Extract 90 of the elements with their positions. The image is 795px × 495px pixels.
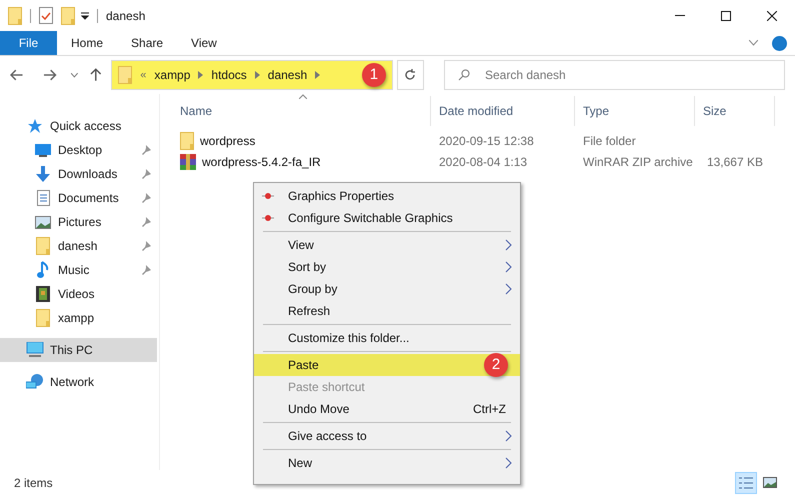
recent-dropdown-icon[interactable] bbox=[70, 72, 78, 78]
music-note-icon bbox=[37, 261, 49, 279]
sidebar-item[interactable]: Downloads bbox=[0, 162, 157, 186]
menu-item[interactable]: Graphics Properties bbox=[254, 185, 520, 207]
landscape-icon bbox=[35, 216, 51, 228]
chevron-right-icon bbox=[505, 261, 512, 273]
menu-item[interactable]: Refresh bbox=[254, 300, 520, 322]
ribbon-tab[interactable]: File bbox=[0, 31, 57, 55]
table-cell-text: File folder bbox=[583, 132, 636, 150]
maximize-icon bbox=[721, 10, 731, 20]
table-cell-text: 2020-08-04 1:13 bbox=[439, 154, 528, 170]
ribbon-tab[interactable]: View bbox=[177, 31, 231, 55]
sidebar-item[interactable]: Documents bbox=[0, 186, 157, 210]
monitor-icon bbox=[35, 143, 51, 157]
menu-item[interactable]: Configure Switchable Graphics bbox=[254, 207, 520, 229]
menu-item[interactable]: View bbox=[254, 234, 520, 256]
menu-item[interactable]: Group by bbox=[254, 278, 520, 300]
ribbon-tab[interactable]: Home bbox=[57, 31, 118, 55]
graphics-icon bbox=[262, 214, 274, 222]
sidebar-item[interactable]: Music bbox=[0, 258, 157, 282]
menu-item[interactable]: Customize this folder... bbox=[254, 327, 520, 349]
down-arrow-icon bbox=[35, 166, 51, 182]
table-cell-text: wordpress-5.4.2-fa_IR bbox=[202, 154, 321, 170]
picture-icon bbox=[763, 477, 777, 488]
menu-item[interactable]: Undo Move Ctrl+Z bbox=[254, 398, 520, 420]
table-cell-text: 2020-09-15 12:38 bbox=[439, 132, 534, 150]
archive-icon bbox=[180, 154, 196, 170]
column-header[interactable]: Name bbox=[172, 96, 431, 126]
properties-icon[interactable] bbox=[39, 7, 53, 24]
sidebar-item[interactable]: Network bbox=[0, 370, 157, 394]
document-icon bbox=[36, 190, 50, 206]
column-header[interactable]: Type bbox=[575, 96, 695, 126]
shortcut-text: Ctrl+Z bbox=[473, 401, 506, 418]
up-icon[interactable] bbox=[90, 68, 102, 82]
star-icon bbox=[27, 118, 43, 134]
breadcrumb[interactable]: htdocs bbox=[211, 66, 247, 84]
chevron-right-icon bbox=[505, 457, 512, 469]
graphics-icon bbox=[262, 192, 274, 200]
table-cell-text: WinRAR ZIP archive bbox=[583, 154, 693, 170]
sidebar-item[interactable]: Quick access bbox=[0, 114, 157, 138]
folder-icon bbox=[36, 309, 50, 327]
sidebar-item[interactable]: xampp bbox=[0, 306, 157, 330]
search-field[interactable]: Search danesh bbox=[444, 60, 785, 90]
chevron-down-icon[interactable] bbox=[749, 40, 758, 46]
sidebar-item[interactable]: Pictures bbox=[0, 210, 157, 234]
window-title: danesh bbox=[106, 8, 146, 24]
back-icon[interactable] bbox=[10, 69, 24, 81]
search-icon bbox=[458, 69, 470, 81]
close-icon bbox=[767, 10, 777, 20]
film-icon bbox=[36, 286, 50, 302]
forward-icon[interactable] bbox=[43, 69, 57, 81]
folder-icon bbox=[118, 66, 132, 84]
column-header[interactable]: Date modified bbox=[431, 96, 575, 126]
ribbon-tab[interactable]: Share bbox=[117, 31, 178, 55]
chevron-right-icon bbox=[505, 430, 512, 442]
column-header[interactable]: Size bbox=[695, 96, 775, 126]
menu-item[interactable]: New bbox=[254, 452, 520, 474]
details-view-button[interactable] bbox=[735, 472, 757, 494]
sidebar-item[interactable]: danesh bbox=[0, 234, 157, 258]
sidebar-item[interactable]: Desktop bbox=[0, 138, 157, 162]
chevron-right-icon bbox=[505, 283, 512, 295]
chevron-right-icon[interactable] bbox=[315, 71, 320, 79]
breadcrumb[interactable]: xampp bbox=[154, 66, 190, 84]
dropdown-icon[interactable] bbox=[81, 12, 89, 20]
sidebar-item[interactable]: This PC bbox=[0, 338, 157, 362]
sidebar-item[interactable]: Videos bbox=[0, 282, 157, 306]
item-count: 2 items bbox=[14, 474, 53, 492]
overflow-chevron[interactable]: « bbox=[140, 66, 146, 84]
number-badge: 1 bbox=[362, 63, 386, 87]
menu-item[interactable]: Paste 2 bbox=[254, 354, 520, 376]
table-cell-text: wordpress bbox=[200, 132, 256, 150]
list-icon bbox=[739, 476, 753, 488]
network-icon bbox=[26, 374, 44, 390]
menu-item[interactable]: Give access to bbox=[254, 425, 520, 447]
folder-icon bbox=[36, 237, 50, 255]
menu-item[interactable]: Sort by bbox=[254, 256, 520, 278]
folder-icon bbox=[8, 6, 22, 24]
folder-icon bbox=[180, 132, 194, 150]
computer-icon bbox=[26, 342, 44, 358]
minimize-icon bbox=[675, 15, 685, 16]
number-badge: 2 bbox=[484, 353, 508, 377]
chevron-right-icon[interactable] bbox=[198, 71, 204, 79]
address-bar[interactable]: « xampp htdocs danesh 1 bbox=[111, 60, 393, 90]
chevron-right-icon[interactable] bbox=[254, 71, 260, 79]
breadcrumb[interactable]: danesh bbox=[268, 66, 308, 84]
refresh-icon bbox=[404, 69, 416, 81]
table-cell-text: 13,667 KB bbox=[706, 154, 763, 170]
chevron-right-icon bbox=[505, 239, 512, 251]
new-folder-icon bbox=[61, 6, 75, 24]
refresh-button[interactable] bbox=[396, 60, 424, 90]
